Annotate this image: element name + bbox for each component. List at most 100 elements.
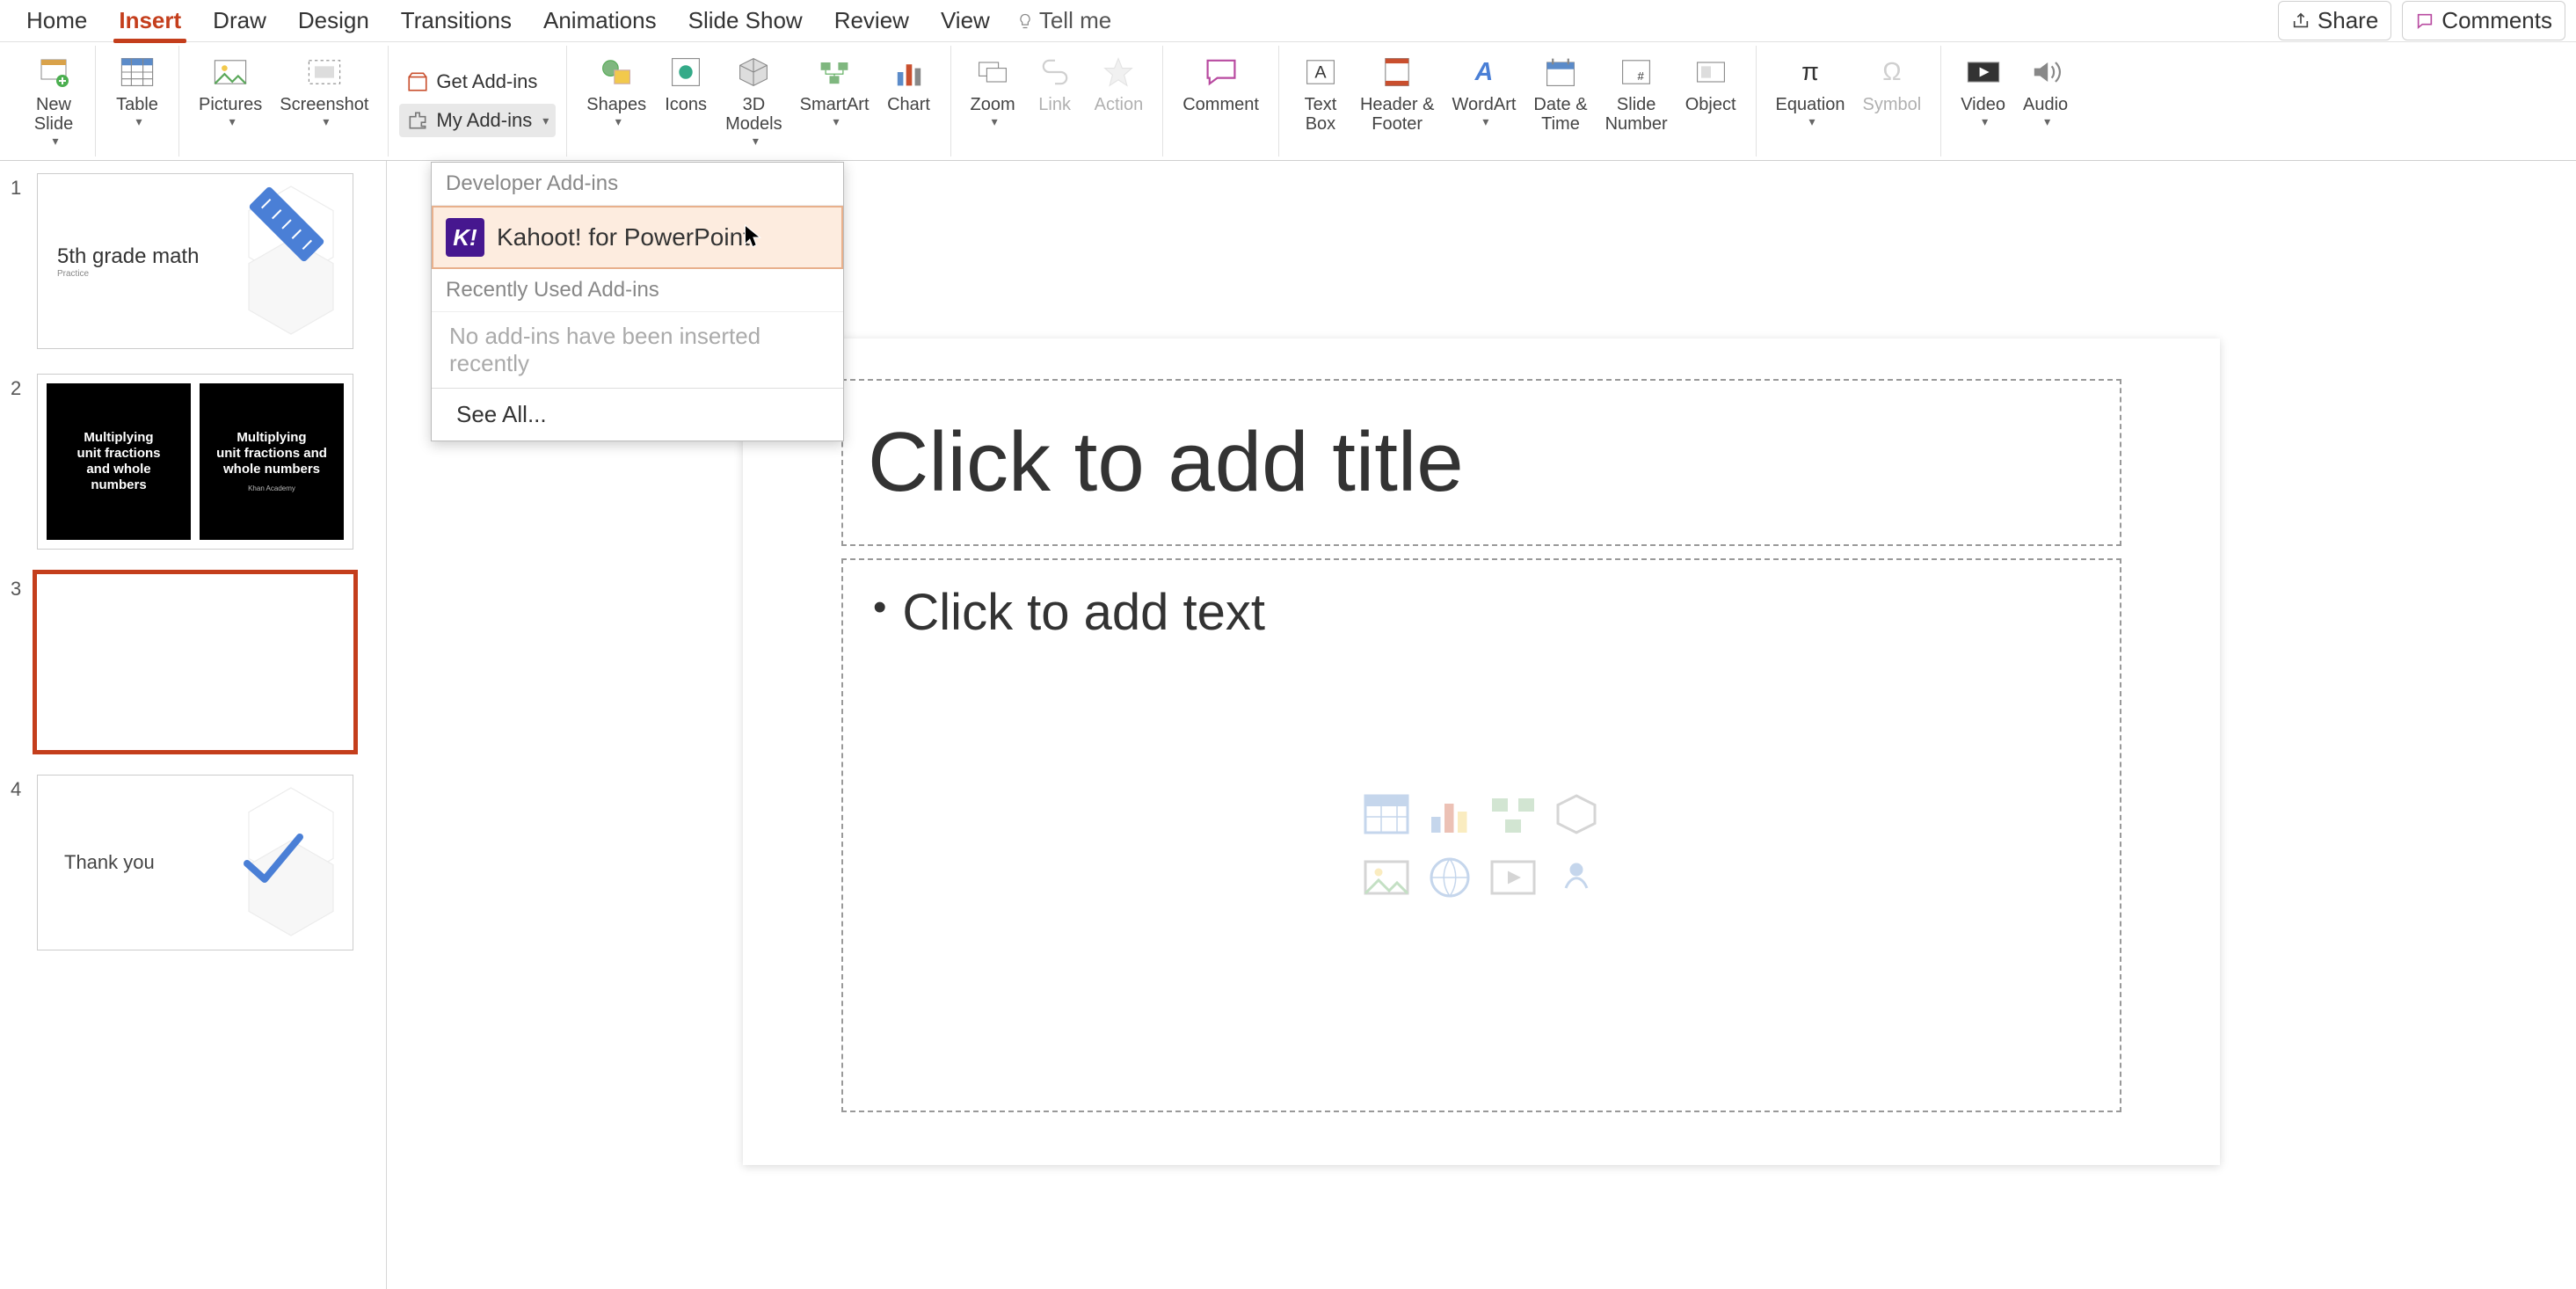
chevron-down-icon: ▾ — [992, 114, 998, 129]
menu-bar: Home Insert Draw Design Transitions Anim… — [0, 0, 2576, 42]
slide-thumb-4-preview[interactable]: Thank you — [37, 775, 353, 950]
video-label: Video — [1961, 95, 2005, 114]
mouse-cursor-icon — [743, 223, 762, 250]
slide-2-left-text: Multiplying unit fractions and whole num… — [76, 430, 160, 493]
slide-thumb-3[interactable]: 3 — [11, 574, 375, 750]
content-placeholder[interactable]: • Click to add text — [841, 558, 2121, 1112]
content-placeholder-icons[interactable] — [1360, 788, 1603, 904]
slide-number-button[interactable]: # Slide Number — [1597, 49, 1677, 137]
slide-canvas[interactable]: Click to add title • Click to add text — [743, 339, 2220, 1165]
my-addins-label: My Add-ins — [436, 109, 532, 132]
addin-kahoot[interactable]: K! Kahoot! for PowerPoint — [432, 206, 843, 269]
textbox-icon: A — [1301, 53, 1340, 91]
my-addins-button[interactable]: My Add-ins ▾ — [399, 104, 556, 137]
insert-picture-icon[interactable] — [1360, 851, 1413, 904]
ribbon-group-illustrations: Shapes ▾ Icons 3D Models ▾ SmartArt ▾ Ch… — [567, 46, 950, 157]
chevron-down-icon: ▾ — [2044, 114, 2050, 129]
smartart-button[interactable]: SmartArt ▾ — [791, 49, 878, 133]
title-placeholder[interactable]: Click to add title — [841, 379, 2121, 546]
tab-review[interactable]: Review — [819, 0, 925, 41]
slide-thumb-2-preview[interactable]: Multiplying unit fractions and whole num… — [37, 374, 353, 550]
insert-icon-icon[interactable] — [1550, 851, 1603, 904]
audio-button[interactable]: Audio ▾ — [2014, 49, 2077, 133]
slide-2-right-text: Multiplying unit fractions and whole num… — [216, 430, 327, 477]
3d-models-button[interactable]: 3D Models ▾ — [717, 49, 790, 152]
tab-draw[interactable]: Draw — [197, 0, 282, 41]
insert-video-icon[interactable] — [1487, 851, 1539, 904]
text-box-button[interactable]: A Text Box — [1290, 49, 1351, 137]
ribbon-group-media: Video ▾ Audio ▾ — [1941, 46, 2087, 157]
pictures-button[interactable]: Pictures ▾ — [190, 49, 271, 133]
slide-thumb-1[interactable]: 1 5th grade math Practice — [11, 173, 375, 349]
pictures-icon — [211, 53, 250, 91]
see-all-addins[interactable]: See All... — [432, 389, 843, 441]
equation-button[interactable]: π Equation ▾ — [1767, 49, 1854, 133]
slide-thumb-1-preview[interactable]: 5th grade math Practice — [37, 173, 353, 349]
date-time-label: Date & Time — [1533, 95, 1587, 134]
zoom-label: Zoom — [971, 95, 1015, 114]
content-placeholder-text: Click to add text — [902, 583, 1265, 642]
tab-home[interactable]: Home — [11, 0, 103, 41]
chevron-down-icon: ▾ — [1809, 114, 1816, 129]
comments-button[interactable]: Comments — [2402, 1, 2565, 40]
slide-thumb-4[interactable]: 4 Thank you — [11, 775, 375, 950]
screenshot-button[interactable]: Screenshot ▾ — [271, 49, 377, 133]
link-label: Link — [1038, 95, 1071, 114]
zoom-button[interactable]: Zoom ▾ — [962, 49, 1024, 133]
insert-3d-icon[interactable] — [1550, 788, 1603, 841]
get-addins-button[interactable]: Get Add-ins — [399, 65, 556, 98]
wordart-button[interactable]: A WordArt ▾ — [1443, 49, 1524, 133]
icons-button[interactable]: Icons — [655, 49, 717, 118]
tab-animations[interactable]: Animations — [528, 0, 673, 41]
chevron-down-icon: ▾ — [615, 114, 622, 129]
insert-smartart-icon[interactable] — [1487, 788, 1539, 841]
header-footer-button[interactable]: Header & Footer — [1351, 49, 1444, 137]
dropdown-header-developer: Developer Add-ins — [432, 163, 843, 206]
comment-button[interactable]: Comment — [1174, 49, 1268, 118]
chevron-down-icon: ▾ — [135, 114, 142, 129]
video-button[interactable]: Video ▾ — [1952, 49, 2014, 133]
icons-icon — [666, 53, 705, 91]
slide-2-left-panel: Multiplying unit fractions and whole num… — [47, 383, 191, 540]
tab-view[interactable]: View — [925, 0, 1006, 41]
addin-kahoot-label: Kahoot! for PowerPoint — [497, 223, 750, 251]
insert-chart-icon[interactable] — [1423, 788, 1476, 841]
bullet-icon: • — [873, 588, 886, 627]
kahoot-icon: K! — [446, 218, 484, 257]
new-slide-button[interactable]: New Slide ▾ — [23, 49, 84, 152]
ribbon-group-slides: New Slide ▾ — [12, 46, 96, 157]
tab-design[interactable]: Design — [282, 0, 385, 41]
table-icon — [118, 53, 156, 91]
ribbon-group-text: A Text Box Header & Footer A WordArt ▾ D… — [1279, 46, 1757, 157]
slide-thumb-3-preview[interactable] — [37, 574, 353, 750]
table-button[interactable]: Table ▾ — [106, 49, 168, 133]
slide-1-title: 5th grade math — [57, 244, 199, 269]
audio-label: Audio — [2023, 95, 2068, 114]
chevron-down-icon: ▾ — [542, 113, 549, 128]
workspace: 1 5th grade math Practice 2 Multiplying … — [0, 161, 2576, 1289]
dropdown-header-recent: Recently Used Add-ins — [432, 269, 843, 312]
link-button: Link — [1024, 49, 1086, 118]
chevron-down-icon: ▾ — [753, 134, 759, 149]
insert-table-icon[interactable] — [1360, 788, 1413, 841]
shapes-button[interactable]: Shapes ▾ — [578, 49, 655, 133]
tell-me-search[interactable]: Tell me — [1016, 7, 1111, 34]
share-button[interactable]: Share — [2278, 1, 2391, 40]
tab-slide-show[interactable]: Slide Show — [673, 0, 819, 41]
share-icon — [2291, 11, 2310, 31]
svg-text:Ω: Ω — [1882, 58, 1901, 86]
chart-button[interactable]: Chart — [878, 49, 940, 118]
object-button[interactable]: Object — [1677, 49, 1745, 118]
comments-icon — [2415, 11, 2434, 31]
wordart-icon: A — [1465, 53, 1503, 91]
insert-online-picture-icon[interactable] — [1423, 851, 1476, 904]
date-time-button[interactable]: Date & Time — [1524, 49, 1596, 137]
tell-me-label: Tell me — [1039, 7, 1111, 34]
ribbon-group-comments: Comment — [1163, 46, 1279, 157]
svg-text:A: A — [1474, 58, 1494, 86]
tab-transitions[interactable]: Transitions — [385, 0, 528, 41]
slide-thumbnail-panel[interactable]: 1 5th grade math Practice 2 Multiplying … — [0, 161, 387, 1289]
chevron-down-icon: ▾ — [1482, 114, 1488, 129]
slide-thumb-2[interactable]: 2 Multiplying unit fractions and whole n… — [11, 374, 375, 550]
tab-insert[interactable]: Insert — [103, 0, 197, 41]
